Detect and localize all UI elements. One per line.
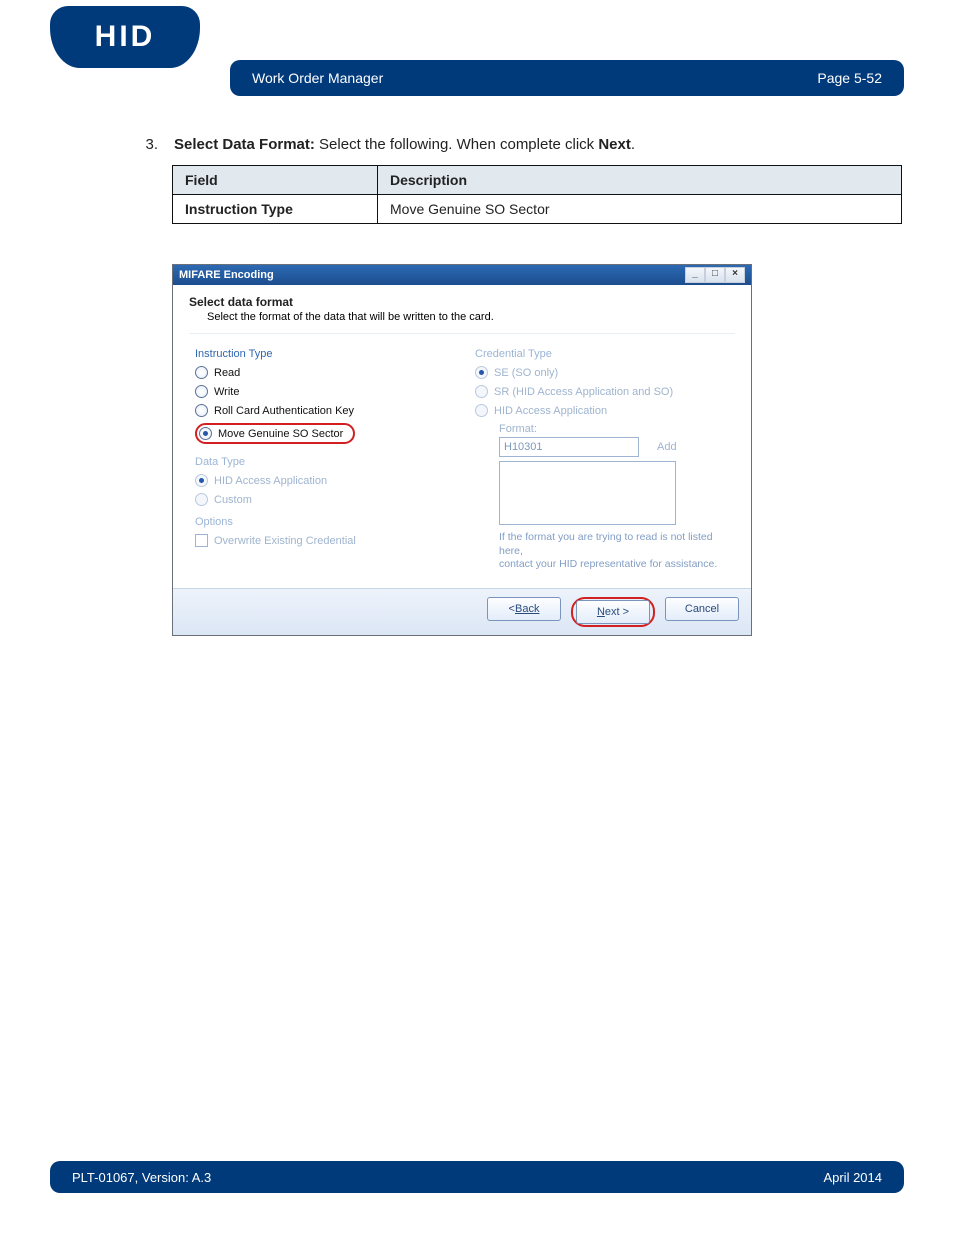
step-bold-end: Next [598,136,631,153]
radio-icon [475,385,488,398]
format-help-line1: If the format you are trying to read is … [499,531,713,557]
radio-hid-app-right-label: HID Access Application [494,405,607,417]
radio-sr-label: SR (HID Access Application and SO) [494,386,673,398]
check-overwrite-existing-credential: Overwrite Existing Credential [195,534,455,547]
radio-move-label: Move Genuine SO Sector [218,428,343,440]
radio-hid-app-label: HID Access Application [214,475,327,487]
radio-se-label: SE (SO only) [494,367,558,379]
cancel-button[interactable]: Cancel [665,597,739,621]
radio-se-so-only: SE (SO only) [475,366,735,379]
data-type-label: Data Type [195,456,455,468]
select-data-format-subtext: Select the format of the data that will … [207,311,735,323]
back-button-label: Back [515,603,539,615]
radio-icon [195,366,208,379]
format-input: H10301 [499,437,639,457]
credential-type-label: Credential Type [475,348,735,360]
hid-logo-text: HID [95,20,156,54]
header-title: Work Order Manager [252,70,383,86]
step-bold-lead: Select Data Format: [174,136,315,153]
radio-icon [199,427,212,440]
add-format-link: Add [657,441,677,453]
move-genuine-so-sector-highlight: Move Genuine SO Sector [195,423,355,444]
step-text: Select Data Format: Select the following… [174,136,635,153]
radio-roll-card-auth-key[interactable]: Roll Card Authentication Key [195,404,455,417]
checkbox-icon [195,534,208,547]
instruction-type-label: Instruction Type [195,348,455,360]
format-help-line2: contact your HID representative for assi… [499,558,717,570]
radio-hid-access-application: HID Access Application [195,474,455,487]
radio-hid-access-application-right: HID Access Application [475,404,735,417]
radio-icon [195,385,208,398]
radio-icon [195,474,208,487]
minimize-button[interactable]: _ [685,267,705,283]
close-button[interactable]: × [725,267,745,283]
radio-custom: Custom [195,493,455,506]
radio-sr: SR (HID Access Application and SO) [475,385,735,398]
back-button[interactable]: < Back [487,597,561,621]
radio-icon [195,493,208,506]
table-row: Instruction Type Move Genuine SO Sector [173,195,902,224]
hid-logo: HID [50,6,200,68]
overwrite-label: Overwrite Existing Credential [214,535,356,547]
next-button[interactable]: Next > [576,600,650,624]
col-description: Description [378,166,902,195]
step-3: 3. Select Data Format: Select the follow… [140,136,894,153]
select-data-format-heading: Select data format [189,295,735,309]
radio-read-label: Read [214,367,240,379]
dialog-title: MIFARE Encoding [179,269,274,281]
format-listbox [499,461,676,525]
radio-icon [475,404,488,417]
radio-read[interactable]: Read [195,366,455,379]
footer-date: April 2014 [823,1170,882,1185]
radio-write-label: Write [214,386,239,398]
radio-custom-label: Custom [214,494,252,506]
col-field: Field [173,166,378,195]
radio-icon [195,404,208,417]
maximize-button[interactable]: □ [705,267,725,283]
dialog-titlebar: MIFARE Encoding _ □ × [173,265,751,285]
step-rest: Select the following. When complete clic… [315,136,598,153]
credential-type-panel: Credential Type SE (SO only) SR (HID Acc… [475,348,735,572]
header-page-label: Page 5-52 [817,70,882,86]
document-footer: PLT-01067, Version: A.3 April 2014 [50,1161,904,1193]
footer-doc-id: PLT-01067, Version: A.3 [72,1170,211,1185]
instruction-type-panel: Instruction Type Read Write [195,348,455,572]
radio-roll-label: Roll Card Authentication Key [214,405,354,417]
dialog-footer: < Back Next > Cancel [173,588,751,635]
step-number: 3. [140,136,158,153]
header-bar: Work Order Manager Page 5-52 [230,60,904,96]
radio-move-genuine-so-sector[interactable]: Move Genuine SO Sector [199,427,343,440]
cell-field: Instruction Type [173,195,378,224]
mifare-encoding-dialog: MIFARE Encoding _ □ × Select data format… [172,264,752,636]
cell-description: Move Genuine SO Sector [378,195,902,224]
table-header-row: Field Description [173,166,902,195]
options-label: Options [195,516,455,528]
format-help-text: If the format you are trying to read is … [499,531,735,572]
document-header: HID Work Order Manager Page 5-52 [0,6,954,76]
format-label: Format: [499,423,735,435]
step-period: . [631,136,635,153]
field-description-table: Field Description Instruction Type Move … [172,165,902,224]
radio-icon [475,366,488,379]
format-value: H10301 [504,441,543,453]
next-button-highlight: Next > [571,597,655,627]
radio-write[interactable]: Write [195,385,455,398]
